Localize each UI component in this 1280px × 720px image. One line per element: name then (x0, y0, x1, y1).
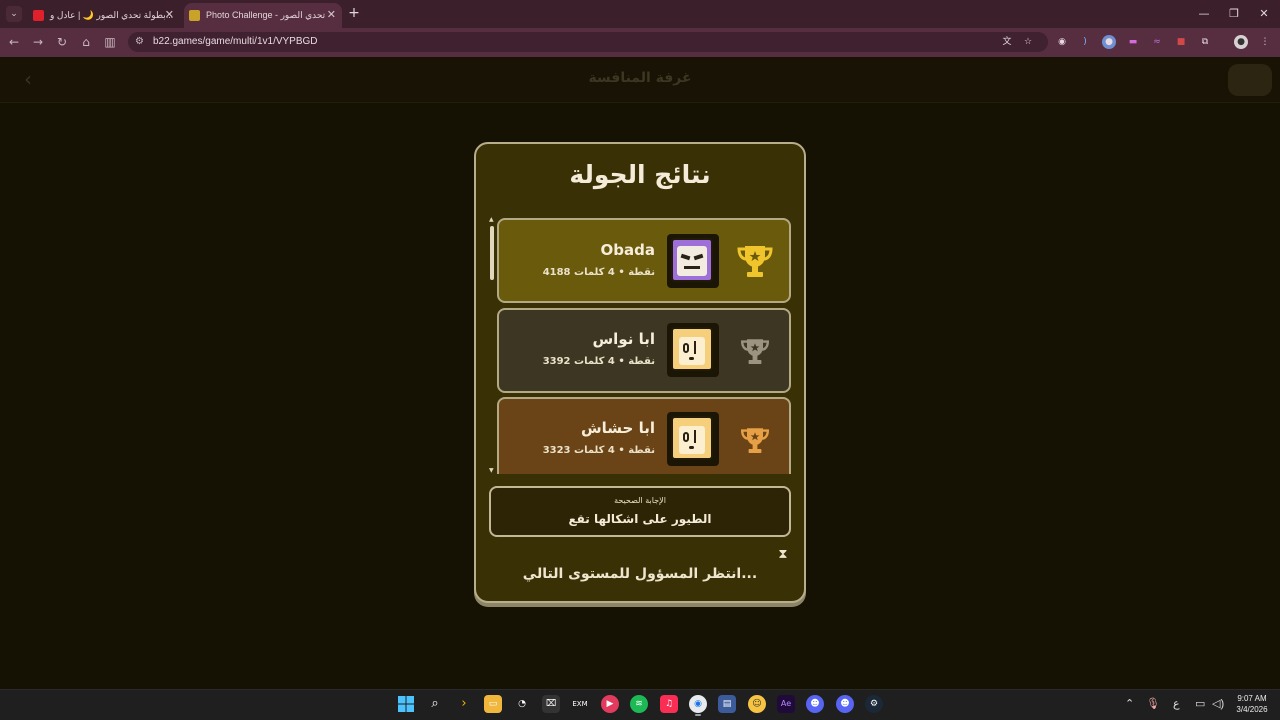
steam-icon[interactable]: ⚙ (865, 695, 883, 713)
youtube-favicon-icon (33, 10, 44, 21)
game-logo (1228, 64, 1272, 96)
forward-arrow-icon[interactable]: → (30, 34, 46, 50)
home-icon[interactable]: ⌂ (78, 34, 94, 50)
scroll-down-icon[interactable]: ▼ (489, 467, 494, 474)
extension-purple-icon[interactable]: ▬ (1126, 35, 1140, 49)
list-clip-edge (496, 474, 792, 478)
restore-icon[interactable]: ❐ (1226, 6, 1242, 22)
player-stats: 3392 نقطة • 4 كلمات (542, 356, 655, 367)
url-text[interactable]: b22.games/game/multi/1v1/VYPBGD (153, 35, 318, 49)
game-favicon-icon (189, 10, 200, 21)
player-name: ابا حشاش (580, 419, 655, 437)
tab-inactive[interactable]: بطولة تحدي الصور 🌙 | عادل و... ✕ (28, 3, 180, 28)
player-row-second: ابا نواس 3392 نقطة • 4 كلمات (497, 308, 791, 393)
speedometer-icon[interactable]: ◔ (513, 695, 531, 713)
clock-time: 9:07 AM (1237, 694, 1267, 703)
player-row-third: ابا حشاش 3323 نقطة • 4 كلمات (497, 397, 791, 477)
player-name: ابا نواس (592, 330, 655, 348)
extension-blue-icon[interactable]: ● (1102, 35, 1116, 49)
spotify-icon[interactable]: ≋ (630, 695, 648, 713)
reload-icon[interactable]: ↻ (54, 34, 70, 50)
volume-icon[interactable]: ◁) (1212, 697, 1224, 711)
player-row-first: Obada 4188 نقطة • 4 كلمات (497, 218, 791, 303)
translate-icon[interactable]: 文 (1000, 35, 1014, 49)
search-icon[interactable]: ⌕ (426, 695, 444, 713)
avatar (667, 323, 719, 377)
emoji-app-icon[interactable]: ☺ (748, 695, 766, 713)
player-stats: 3323 نقطة • 4 كلمات (542, 445, 655, 456)
silver-trophy-icon (740, 339, 770, 364)
results-title: نتائج الجولة (569, 160, 711, 189)
chrome-running-indicator (695, 714, 701, 716)
avatar-face (679, 426, 705, 454)
close-tab-icon[interactable]: ✕ (165, 3, 174, 28)
avatar (667, 412, 719, 466)
media-player-icon[interactable]: ▶ (601, 695, 619, 713)
game-header-title: غرفة المنافسة (588, 70, 692, 86)
extension-red-icon[interactable]: ■ (1174, 35, 1188, 49)
windows-start-icon[interactable] (397, 695, 415, 713)
player-name: Obada (600, 241, 655, 259)
correct-answer-text: الطيور على اشكالها تقع (568, 512, 712, 526)
discord-icon[interactable]: ☻ (806, 695, 824, 713)
chrome-icon[interactable]: ◉ (689, 695, 707, 713)
exm-icon[interactable]: EXM (571, 695, 589, 713)
scroll-up-icon[interactable]: ▲ (489, 216, 494, 223)
site-info-icon[interactable]: ⚙ (135, 36, 147, 48)
avatar-face (677, 246, 707, 276)
microphone-icon[interactable]: 🎙 (1146, 697, 1160, 711)
close-tab-icon[interactable]: ✕ (327, 3, 336, 28)
discord-canary-icon[interactable]: ☻ (836, 695, 854, 713)
avatar (667, 234, 719, 288)
gold-trophy-icon (737, 246, 773, 277)
network-icon[interactable]: ▭ (1195, 697, 1205, 711)
avatar-face (679, 337, 705, 365)
bookmark-star-icon[interactable]: ☆ (1021, 35, 1035, 49)
hourglass-icon: ⧗ (778, 547, 788, 562)
profile-avatar-icon[interactable]: ● (1234, 35, 1248, 49)
window-app-icon[interactable]: ▤ (718, 695, 736, 713)
bronze-trophy-icon (740, 428, 770, 453)
file-explorer-icon[interactable]: ▭ (484, 695, 502, 713)
tab-search-chevron-icon[interactable]: ⌄ (6, 6, 22, 22)
waiting-message: انتظر المسؤول للمستوى التالي... (522, 566, 758, 582)
app-icon[interactable]: ⌧ (542, 695, 560, 713)
correct-answer-label: الإجابة الصحيحة (614, 496, 666, 505)
tab-title: بطولة تحدي الصور 🌙 | عادل و... (50, 10, 174, 20)
back-arrow-icon[interactable]: ← (6, 34, 22, 50)
input-language[interactable]: ع (1173, 697, 1180, 711)
clock-date: 3/4/2026 (1236, 705, 1268, 714)
plex-icon[interactable]: › (455, 695, 473, 713)
tab-title: Photo Challenge - تحدي الصور (206, 10, 326, 20)
player-stats: 4188 نقطة • 4 كلمات (542, 267, 655, 278)
window-close-icon[interactable]: ✕ (1256, 6, 1272, 22)
new-tab-icon[interactable]: + (346, 5, 362, 21)
after-effects-icon[interactable]: Ae (777, 695, 795, 713)
taskbar-clock[interactable]: 9:07 AM 3/4/2026 (1228, 693, 1276, 715)
extension-glasses-icon[interactable]: ◉ (1055, 35, 1069, 49)
tab-active[interactable]: Photo Challenge - تحدي الصور ✕ (184, 3, 342, 28)
extension-wave-icon[interactable]: ≈ (1150, 35, 1164, 49)
back-chevron-icon[interactable]: ‹ (18, 68, 38, 90)
browser-menu-icon[interactable]: ⋮ (1258, 35, 1272, 49)
split-view-icon[interactable]: ▥ (102, 34, 118, 50)
extensions-puzzle-icon[interactable]: ⧉ (1198, 35, 1212, 49)
extension-audio-icon[interactable]: ) (1078, 35, 1092, 49)
music-icon[interactable]: ♫ (660, 695, 678, 713)
tray-overflow-chevron-icon[interactable]: ⌃ (1125, 697, 1134, 711)
minimize-icon[interactable]: — (1196, 6, 1212, 22)
